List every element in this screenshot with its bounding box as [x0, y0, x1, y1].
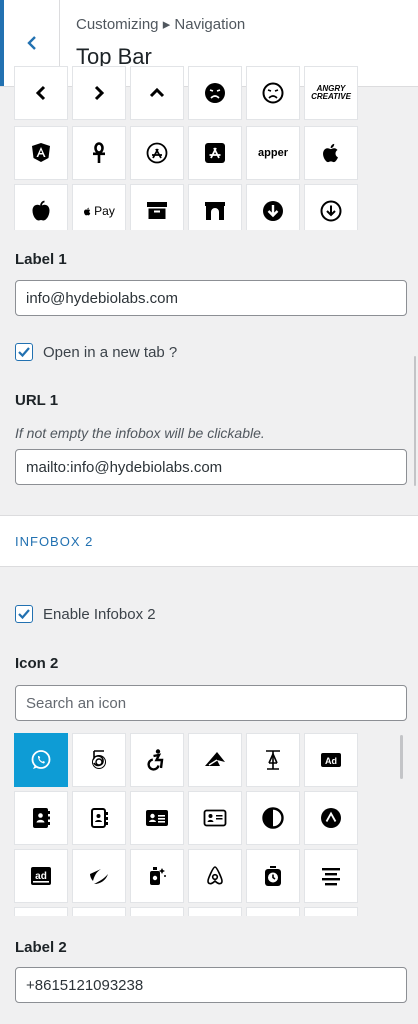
url-1-description: If not empty the infobox will be clickab…	[15, 425, 265, 441]
accusoft-icon[interactable]	[188, 733, 242, 787]
address-book-icon[interactable]	[14, 791, 68, 845]
chevron-up-icon[interactable]	[130, 66, 184, 120]
archway-icon[interactable]	[188, 184, 242, 230]
url-1-input[interactable]	[15, 449, 407, 485]
arrow-circle-down-outline-icon[interactable]	[304, 184, 358, 230]
affiliatetheme-icon[interactable]	[72, 849, 126, 903]
section-title: INFOBOX 2	[15, 534, 94, 549]
angular-icon[interactable]	[14, 126, 68, 180]
new-tab-label: Open in a new tab ?	[43, 343, 178, 361]
grid-overflow-cell[interactable]	[188, 907, 242, 916]
airbnb-icon[interactable]	[188, 849, 242, 903]
alarm-icon[interactable]	[246, 849, 300, 903]
enable-infobox-2-label: Enable Infobox 2	[43, 605, 156, 623]
grid-overflow-cell[interactable]	[14, 907, 68, 916]
angrycreative-icon[interactable]: ANGRY CREATIVE	[304, 66, 358, 120]
icon-search-input[interactable]	[15, 685, 407, 721]
check-icon	[18, 347, 30, 358]
panel-scrollbar[interactable]	[414, 356, 416, 486]
icon-grid-2: Ad ad	[14, 733, 394, 916]
icon-grid-1-rows: apper Pay	[14, 126, 394, 230]
new-tab-checkbox-row[interactable]: Open in a new tab ?	[15, 343, 177, 361]
icon-grid-scrollbar[interactable]	[400, 735, 403, 779]
address-book-outline-icon[interactable]	[72, 791, 126, 845]
apple-alt-icon[interactable]	[14, 184, 68, 230]
enable-infobox-2-row[interactable]: Enable Infobox 2	[15, 605, 156, 623]
whatsapp-icon[interactable]	[14, 733, 68, 787]
appernetic-icon[interactable]: apper	[246, 126, 300, 180]
apple-pay-icon[interactable]: Pay	[72, 184, 126, 230]
label-2-title: Label 2	[15, 939, 67, 956]
app-store-icon[interactable]	[130, 126, 184, 180]
infobox-2-section-header: INFOBOX 2	[0, 515, 418, 567]
app-store-ios-icon[interactable]	[188, 126, 242, 180]
angry-face-icon[interactable]	[188, 66, 242, 120]
address-card-icon[interactable]	[130, 791, 184, 845]
air-freshener-icon[interactable]	[130, 849, 184, 903]
chevron-right-icon[interactable]	[72, 66, 126, 120]
new-tab-checkbox[interactable]	[15, 343, 33, 361]
breadcrumb: Customizing ▸ Navigation	[76, 16, 246, 33]
apple-icon[interactable]	[304, 126, 358, 180]
ad-icon[interactable]: Ad	[304, 733, 358, 787]
enable-infobox-2-checkbox[interactable]	[15, 605, 33, 623]
500px-icon[interactable]	[72, 733, 126, 787]
grid-overflow-cell[interactable]	[72, 907, 126, 916]
svg-text:Ad: Ad	[325, 756, 337, 766]
grid-overflow-cell[interactable]	[304, 907, 358, 916]
address-card-outline-icon[interactable]	[188, 791, 242, 845]
grid-overflow-cell[interactable]	[246, 907, 300, 916]
svg-text:ad: ad	[35, 871, 47, 882]
chevron-left-icon[interactable]	[14, 66, 68, 120]
archive-icon[interactable]	[130, 184, 184, 230]
grid-overflow-cell[interactable]	[130, 907, 184, 916]
arrow-circle-down-icon[interactable]	[246, 184, 300, 230]
label-1-input[interactable]	[15, 280, 407, 316]
chevron-left-icon	[26, 36, 36, 50]
acquisitions-incorporated-icon[interactable]	[246, 733, 300, 787]
align-center-icon[interactable]	[304, 849, 358, 903]
adjust-icon[interactable]	[246, 791, 300, 845]
check-icon	[18, 609, 30, 620]
angry-face-outline-icon[interactable]	[246, 66, 300, 120]
label-1-title: Label 1	[15, 251, 67, 268]
label-2-input[interactable]	[15, 967, 407, 1003]
icon-2-title: Icon 2	[15, 655, 59, 672]
url-1-title: URL 1	[15, 392, 59, 409]
adversal-icon[interactable]: ad	[14, 849, 68, 903]
adn-icon[interactable]	[304, 791, 358, 845]
accessible-icon[interactable]	[130, 733, 184, 787]
ankh-icon[interactable]	[72, 126, 126, 180]
